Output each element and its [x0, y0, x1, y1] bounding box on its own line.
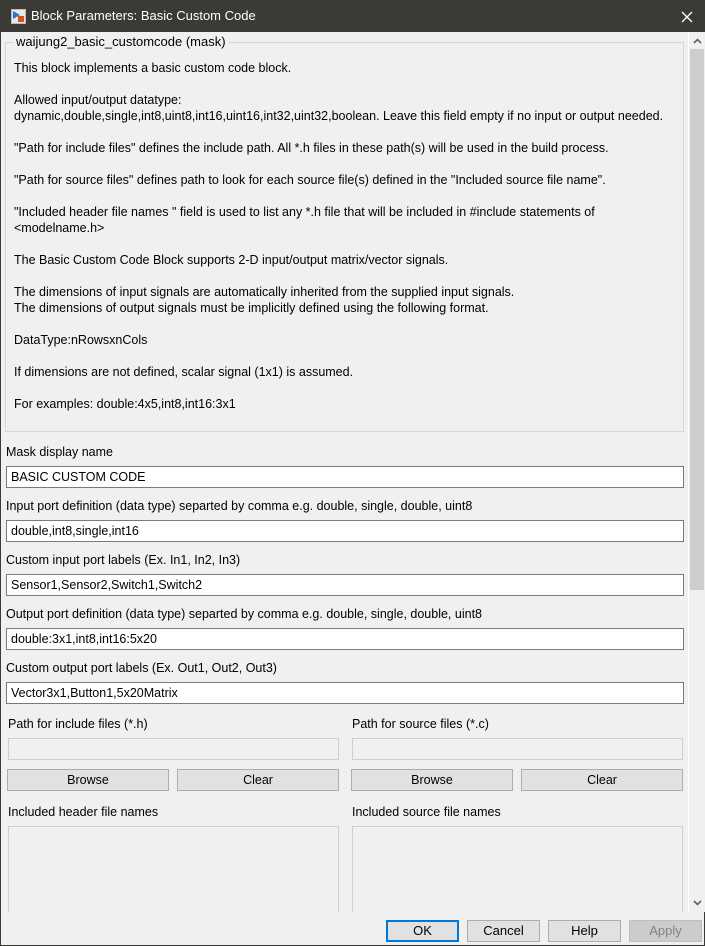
description-paragraph: For examples: double:4x5,int8,int16:3x1 [14, 397, 236, 411]
source-clear-button[interactable]: Clear [521, 769, 683, 791]
input-port-definition-input[interactable] [6, 520, 684, 542]
output-port-labels-label: Custom output port labels (Ex. Out1, Out… [6, 661, 277, 675]
mask-display-name-input[interactable] [6, 466, 684, 488]
included-header-files-list[interactable] [8, 826, 339, 912]
output-port-definition-input[interactable] [6, 628, 684, 650]
input-port-definition-label: Input port definition (data type) separt… [6, 499, 473, 513]
ok-button[interactable]: OK [386, 920, 459, 942]
apply-button[interactable]: Apply [629, 920, 702, 942]
scroll-down-button[interactable] [689, 896, 705, 910]
cancel-button[interactable]: Cancel [467, 920, 540, 942]
include-browse-button[interactable]: Browse [7, 769, 169, 791]
input-port-labels-label: Custom input port labels (Ex. In1, In2, … [6, 553, 241, 567]
parameters-scroll-area: waijung2_basic_customcode (mask) This bl… [1, 32, 688, 912]
description-paragraph: "Path for source files" defines path to … [14, 173, 606, 187]
close-button[interactable] [670, 1, 704, 32]
description-paragraph: DataType:nRowsxnCols [14, 333, 148, 347]
description-paragraph: If dimensions are not defined, scalar si… [14, 365, 354, 379]
vertical-scrollbar[interactable] [688, 32, 705, 912]
close-icon [681, 11, 693, 22]
include-path-input[interactable] [8, 738, 339, 760]
mask-display-name-label: Mask display name [6, 445, 113, 459]
window-title: Block Parameters: Basic Custom Code [31, 8, 256, 23]
input-port-labels-input[interactable] [6, 574, 684, 596]
help-button[interactable]: Help [548, 920, 621, 942]
include-clear-button[interactable]: Clear [177, 769, 339, 791]
dialog-footer: OK Cancel Help Apply [1, 912, 704, 945]
description-paragraph: The Basic Custom Code Block supports 2-D… [14, 253, 449, 267]
output-port-labels-input[interactable] [6, 682, 684, 704]
included-source-files-label: Included source file names [352, 805, 501, 819]
description-paragraph: "Included header file names " field is u… [14, 205, 595, 235]
scrollbar-thumb[interactable] [690, 49, 704, 590]
scroll-up-button[interactable] [689, 34, 705, 48]
description-paragraph: Allowed input/output datatype: dynamic,d… [14, 93, 664, 123]
chevron-down-icon [692, 900, 702, 906]
source-path-label: Path for source files (*.c) [352, 717, 489, 731]
description-paragraph: "Path for include files" defines the inc… [14, 141, 609, 155]
included-source-files-list[interactable] [352, 826, 683, 912]
description-text: This block implements a basic custom cod… [14, 60, 674, 428]
description-group: waijung2_basic_customcode (mask) This bl… [5, 34, 684, 432]
included-header-files-label: Included header file names [8, 805, 159, 819]
description-paragraph: This block implements a basic custom cod… [14, 61, 292, 75]
block-parameters-dialog: Block Parameters: Basic Custom Code waij… [0, 0, 705, 946]
source-browse-button[interactable]: Browse [351, 769, 513, 791]
source-path-input[interactable] [352, 738, 683, 760]
chevron-up-icon [692, 38, 702, 44]
output-port-definition-label: Output port definition (data type) separ… [6, 607, 482, 621]
simulink-block-icon [11, 9, 26, 24]
description-group-title: waijung2_basic_customcode (mask) [14, 34, 229, 49]
include-path-label: Path for include files (*.h) [8, 717, 148, 731]
description-paragraph: The dimensions of input signals are auto… [14, 285, 515, 315]
title-bar: Block Parameters: Basic Custom Code [1, 1, 704, 32]
